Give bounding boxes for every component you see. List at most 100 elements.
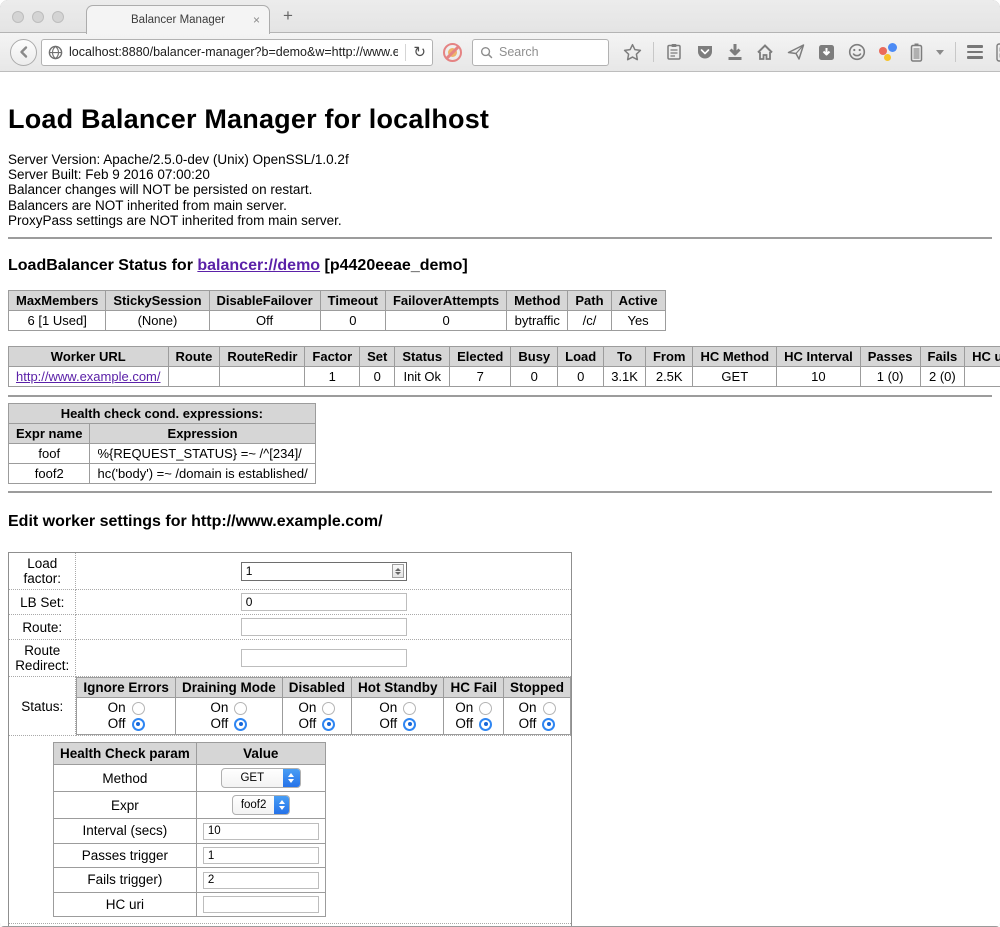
cell-elected: 7 <box>450 367 511 387</box>
search-bar[interactable]: Search <box>472 39 609 66</box>
cell-active: Yes <box>611 311 665 331</box>
content-blocked-icon[interactable] <box>443 43 462 62</box>
extension-download-icon[interactable] <box>818 44 835 61</box>
cell-routeredir <box>220 367 305 387</box>
new-tab-button[interactable]: + <box>283 6 293 26</box>
column-header: HC Interval <box>777 347 861 367</box>
radio-draining-mode-on[interactable] <box>234 702 247 715</box>
lb-set-input[interactable] <box>241 593 407 611</box>
hc-row: Expr foof2 <box>54 792 326 819</box>
send-icon[interactable] <box>787 43 805 61</box>
radio-hc-fail-off[interactable] <box>479 718 492 731</box>
radio-disabled-off[interactable] <box>322 718 335 731</box>
radio-hc-fail-on[interactable] <box>479 702 492 715</box>
expr-row: foof %{REQUEST_STATUS} =~ /^[234]/ <box>9 444 316 464</box>
zoom-window-button[interactable] <box>52 11 64 23</box>
cell-from: 2.5K <box>645 367 693 387</box>
column-header: Draining Mode <box>175 678 282 698</box>
on-label: On <box>210 700 228 716</box>
download-icon[interactable] <box>727 43 743 61</box>
menu-hamburger-icon[interactable] <box>967 45 983 59</box>
hc-row: Method GET <box>54 765 326 792</box>
radio-stopped-on[interactable] <box>543 702 556 715</box>
column-header: HC uri <box>965 347 1000 367</box>
route-input[interactable] <box>241 618 407 636</box>
back-button[interactable] <box>10 39 37 66</box>
radio-hot-standby-on[interactable] <box>403 702 416 715</box>
cell-hc-interval: 10 <box>777 367 861 387</box>
server-version-line: Server Version: Apache/2.5.0-dev (Unix) … <box>8 152 992 167</box>
expr-select[interactable]: foof2 <box>232 795 290 815</box>
cell-route <box>168 367 220 387</box>
form-row: LB Set: <box>9 590 572 615</box>
load-factor-input[interactable]: 1 <box>241 562 407 581</box>
table-header-row: Expr name Expression <box>9 424 316 444</box>
interval-input[interactable] <box>203 823 319 840</box>
bookmark-star-icon[interactable] <box>623 43 642 62</box>
disabled-radios: On Off <box>282 698 351 735</box>
off-label: Off <box>108 716 126 732</box>
column-header: RouteRedir <box>220 347 305 367</box>
toolbar-buttons <box>623 42 1000 62</box>
column-header: Hot Standby <box>351 678 444 698</box>
fails-trigger-input[interactable] <box>203 872 319 889</box>
balancer-demo-link[interactable]: balancer://demo <box>197 257 320 274</box>
method-select[interactable]: GET <box>221 768 301 788</box>
radio-ignore-errors-on[interactable] <box>132 702 145 715</box>
site-identity-globe-icon[interactable] <box>48 45 63 60</box>
url-bar[interactable]: localhost:8880/balancer-manager?b=demo&w… <box>41 39 433 66</box>
hc-row: Interval (secs) <box>54 819 326 844</box>
lb-status-prefix: LoadBalancer Status for <box>8 257 197 274</box>
radio-stopped-off[interactable] <box>542 718 555 731</box>
radio-ignore-errors-off[interactable] <box>132 718 145 731</box>
tab-title: Balancer Manager <box>131 14 225 26</box>
route-label: Route: <box>9 615 76 640</box>
url-divider <box>405 44 406 61</box>
table-row: 6 [1 Used] (None) Off 0 0 bytraffic /c/ … <box>9 311 666 331</box>
home-icon[interactable] <box>756 43 774 61</box>
tab-close-icon[interactable]: × <box>253 13 260 27</box>
table-title-row: Health check cond. expressions: <box>9 404 316 424</box>
status-radio-row: On Off On Off On Off <box>77 698 571 735</box>
cell-expression: hc('body') =~ /domain is established/ <box>90 464 315 484</box>
hc-uri-input[interactable] <box>203 896 319 913</box>
url-text[interactable]: localhost:8880/balancer-manager?b=demo&w… <box>69 45 398 59</box>
status-header-row: Ignore Errors Draining Mode Disabled Hot… <box>77 678 571 698</box>
colored-dots-extension-icon[interactable] <box>879 43 897 61</box>
tiles-grid-icon[interactable] <box>996 43 1000 62</box>
load-factor-label: Load factor: <box>9 553 76 590</box>
reading-list-icon[interactable] <box>665 43 683 61</box>
hc-row: Passes trigger <box>54 843 326 868</box>
toolbar-divider <box>955 42 956 62</box>
server-built-line: Server Built: Feb 9 2016 07:00:20 <box>8 167 992 182</box>
reload-icon[interactable]: ↻ <box>413 45 426 60</box>
minimize-window-button[interactable] <box>32 11 44 23</box>
radio-hot-standby-off[interactable] <box>403 718 416 731</box>
route-redirect-input[interactable] <box>241 649 407 667</box>
draining-mode-radios: On Off <box>175 698 282 735</box>
select-stepper-icon <box>283 768 300 788</box>
method-label: Method <box>54 765 197 792</box>
cell-set: 0 <box>360 367 395 387</box>
feedback-smiley-icon[interactable] <box>848 43 866 61</box>
radio-draining-mode-off[interactable] <box>234 718 247 731</box>
radio-disabled-on[interactable] <box>322 702 335 715</box>
pocket-icon[interactable] <box>696 43 714 61</box>
cell-timeout: 0 <box>320 311 385 331</box>
cell-to: 3.1K <box>604 367 646 387</box>
worker-url-link[interactable]: http://www.example.com/ <box>16 369 161 384</box>
column-header: Expr name <box>9 424 90 444</box>
number-stepper-icon[interactable] <box>392 564 404 578</box>
on-label: On <box>298 700 316 716</box>
overflow-caret-icon[interactable] <box>936 50 944 55</box>
divider-rule <box>8 395 992 397</box>
column-header: Timeout <box>320 291 385 311</box>
worker-settings-form: Load factor: 1 LB Set: Route: Route Redi… <box>8 552 572 926</box>
browser-tab[interactable]: Balancer Manager × <box>86 5 270 34</box>
battery-extension-icon[interactable] <box>910 43 923 62</box>
hc-expr-title: Health check cond. expressions: <box>9 404 316 424</box>
passes-trigger-input[interactable] <box>203 847 319 864</box>
close-window-button[interactable] <box>12 11 24 23</box>
column-header: Stopped <box>504 678 571 698</box>
form-row: Route Redirect: <box>9 640 572 677</box>
